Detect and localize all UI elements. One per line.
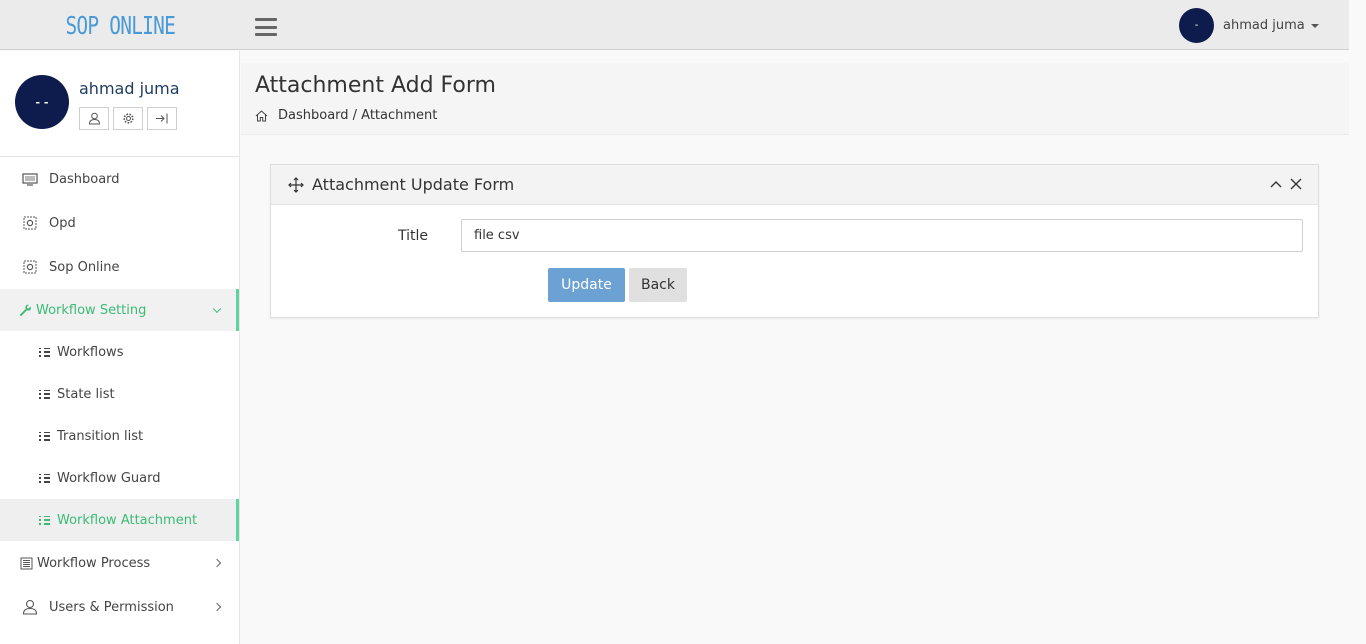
sidebar-item-label: Opd — [49, 215, 76, 231]
gear-box-icon — [23, 260, 37, 274]
sidebar-item-users-permission[interactable]: Users & Permission — [0, 585, 239, 629]
profile-button[interactable] — [79, 107, 109, 130]
sidebar-item-workflow-setting[interactable]: Workflow Setting — [0, 289, 239, 331]
sidebar-item-workflow-guard[interactable]: Workflow Guard — [0, 457, 239, 499]
attachment-update-panel: Attachment Update Form Title Update Back — [270, 164, 1319, 318]
top-navbar: SOP ONLINE - ahmad juma — [0, 0, 1349, 50]
sidebar-item-dashboard[interactable]: Dashboard — [0, 157, 239, 201]
page-header: Attachment Add Form Dashboard / Attachme… — [241, 63, 1349, 135]
update-button[interactable]: Update — [548, 268, 625, 302]
close-icon — [1290, 178, 1302, 190]
settings-button[interactable] — [113, 107, 143, 130]
chevron-up-icon — [1270, 181, 1282, 188]
collapse-button[interactable] — [1269, 177, 1283, 191]
list-icon — [39, 347, 50, 357]
sidebar-item-label: Users & Permission — [49, 599, 174, 615]
home-icon[interactable] — [255, 109, 268, 122]
document-list-icon — [20, 557, 33, 569]
list-icon — [39, 515, 50, 525]
sidebar-item-label: Workflow Setting — [36, 302, 147, 318]
sidebar-item-workflow-process[interactable]: Workflow Process — [0, 541, 239, 585]
user-icon — [88, 112, 100, 125]
user-name: ahmad juma — [1223, 18, 1305, 33]
chevron-down-icon — [212, 304, 222, 314]
sidebar-item-transition-list[interactable]: Transition list — [0, 415, 239, 457]
sidebar-item-label: Transition list — [57, 428, 144, 444]
gear-box-icon — [23, 216, 37, 230]
title-label: Title — [398, 228, 429, 244]
move-icon[interactable] — [288, 176, 304, 193]
sidebar-item-workflow-attachment[interactable]: Workflow Attachment — [0, 499, 239, 541]
sidebar-item-sop-online[interactable]: Sop Online — [0, 245, 239, 289]
sidebar-item-label: Sop Online — [49, 259, 120, 275]
user-dropdown[interactable]: - ahmad juma — [1179, 8, 1319, 43]
title-form-row: Title — [271, 219, 1318, 253]
sidebar-item-label: Workflow Guard — [57, 470, 161, 486]
menu-icon[interactable] — [255, 18, 277, 36]
breadcrumb: Dashboard / Attachment — [255, 108, 437, 123]
sidebar-item-label: Workflow Attachment — [57, 512, 198, 528]
back-button[interactable]: Back — [629, 268, 687, 302]
sidebar-item-workflows[interactable]: Workflows — [0, 331, 239, 373]
close-button[interactable] — [1289, 177, 1303, 191]
user-icon — [22, 599, 38, 615]
monitor-icon — [22, 172, 38, 186]
wrench-icon — [19, 304, 31, 316]
list-icon — [39, 389, 50, 399]
sidebar-item-label: State list — [57, 386, 115, 402]
chevron-right-icon — [212, 558, 222, 568]
gear-icon — [122, 113, 134, 124]
list-icon — [39, 431, 50, 441]
panel-title: Attachment Update Form — [312, 175, 515, 194]
caret-down-icon — [1310, 23, 1319, 28]
sidebar-item-label: Dashboard — [49, 171, 120, 187]
breadcrumb-text[interactable]: Dashboard / Attachment — [278, 108, 437, 123]
avatar: - — [1179, 8, 1214, 43]
title-input[interactable] — [461, 219, 1303, 252]
sidebar-item-label: Workflows — [57, 344, 124, 360]
profile-avatar: - - — [15, 75, 69, 129]
brand-logo[interactable]: SOP ONLINE — [0, 0, 240, 50]
sidebar-item-label: Workflow Process — [37, 555, 151, 571]
logout-button[interactable] — [147, 107, 177, 130]
list-icon — [39, 473, 50, 483]
chevron-right-icon — [212, 602, 222, 612]
page-title: Attachment Add Form — [255, 73, 496, 98]
profile-name: ahmad juma — [79, 79, 180, 98]
sidebar-item-opd[interactable]: Opd — [0, 201, 239, 245]
logout-icon — [156, 113, 168, 124]
sidebar-item-state-list[interactable]: State list — [0, 373, 239, 415]
sidebar: - - ahmad juma Dashboard Opd Sop Online — [0, 51, 240, 644]
profile-card: - - ahmad juma — [0, 51, 239, 157]
sidebar-menu: Dashboard Opd Sop Online Workflow Settin… — [0, 157, 239, 629]
panel-header[interactable]: Attachment Update Form — [271, 165, 1318, 205]
